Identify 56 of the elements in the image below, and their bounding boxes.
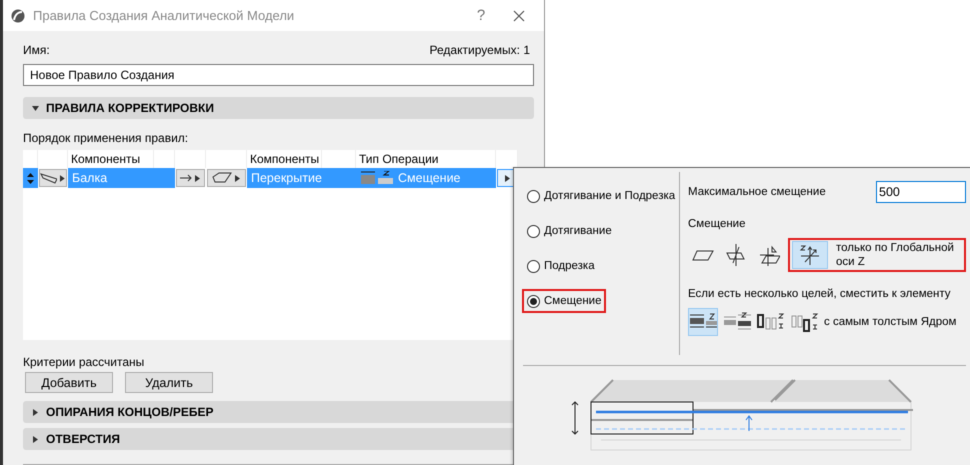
radio-option[interactable]: Смещение bbox=[522, 289, 606, 313]
collapse-icon bbox=[32, 104, 39, 112]
target-mode-button[interactable] bbox=[688, 308, 718, 336]
edit-count: Редактируемых: 1 bbox=[430, 43, 530, 57]
reorder-icon bbox=[27, 172, 34, 184]
target-mode-text: с самым толстым Ядром bbox=[824, 315, 956, 329]
offset-layers-icon bbox=[360, 171, 394, 185]
target-cell: Перекрытие bbox=[247, 168, 322, 188]
close-icon bbox=[513, 10, 525, 22]
dropdown-icon bbox=[59, 174, 66, 182]
layers-icon bbox=[723, 312, 751, 332]
max-offset-field[interactable]: 500 bbox=[876, 181, 966, 203]
section-title: ОПИРАНИЯ КОНЦОВ/РЕБЕР bbox=[46, 405, 214, 419]
section-title: ПРАВИЛА КОРРЕКТИРОВКИ bbox=[46, 101, 214, 115]
order-label: Порядок применения правил: bbox=[23, 131, 190, 145]
action-button[interactable]: Добавить bbox=[25, 372, 113, 393]
section-header[interactable]: ПРАВИЛА КОРРЕКТИРОВКИ bbox=[23, 97, 534, 119]
offset-mode-button[interactable] bbox=[792, 241, 828, 269]
direction-button[interactable] bbox=[176, 169, 205, 187]
radio-icon bbox=[527, 224, 540, 238]
columns-icon bbox=[791, 312, 819, 332]
operation-cell: Смещение bbox=[356, 168, 496, 188]
name-field[interactable]: Новое Правило Создания bbox=[23, 64, 534, 86]
expand-icon bbox=[32, 408, 39, 416]
axis-z-icon bbox=[798, 244, 821, 266]
crossing-planes-icon bbox=[726, 243, 746, 267]
radio-option[interactable]: Дотягивание bbox=[522, 219, 679, 243]
section-title: ОТВЕРСТИЯ bbox=[46, 432, 120, 446]
dropdown-icon bbox=[234, 174, 241, 182]
plane-icon bbox=[692, 248, 714, 262]
name-label: Имя: bbox=[23, 43, 50, 57]
element-type-button[interactable] bbox=[207, 169, 246, 187]
beam-icon bbox=[40, 172, 58, 184]
dropdown-icon bbox=[194, 174, 201, 182]
offset-mode-text: только по Глобальной оси Z bbox=[836, 241, 955, 269]
radio-icon bbox=[527, 294, 540, 308]
radio-option[interactable]: Дотягивание и Подрезка bbox=[522, 184, 679, 208]
expand-icon bbox=[32, 436, 39, 442]
element-type-button[interactable] bbox=[39, 169, 67, 187]
window-title: Правила Создания Аналитической Модели bbox=[33, 8, 296, 23]
source-cell: Балка bbox=[68, 168, 154, 188]
action-button[interactable]: Удалить bbox=[125, 372, 213, 393]
dropdown-icon bbox=[504, 174, 510, 182]
radio-icon bbox=[527, 190, 540, 202]
radio-option[interactable]: Подрезка bbox=[522, 254, 679, 278]
offset-label: Смещение bbox=[688, 218, 747, 230]
arrow-right-icon bbox=[180, 174, 192, 182]
max-offset-label: Максимальное смещение bbox=[688, 186, 826, 198]
app-logo-icon bbox=[11, 8, 25, 22]
status-text: Критерии рассчитаны bbox=[23, 354, 146, 370]
angle-plane-icon bbox=[758, 243, 780, 267]
radio-icon bbox=[527, 260, 540, 272]
columns-icon bbox=[757, 312, 785, 332]
target-label: Если есть несколько целей, сместить к элементу bbox=[688, 288, 952, 300]
help-button[interactable]: ? bbox=[466, 6, 496, 25]
slab-icon bbox=[212, 172, 232, 184]
